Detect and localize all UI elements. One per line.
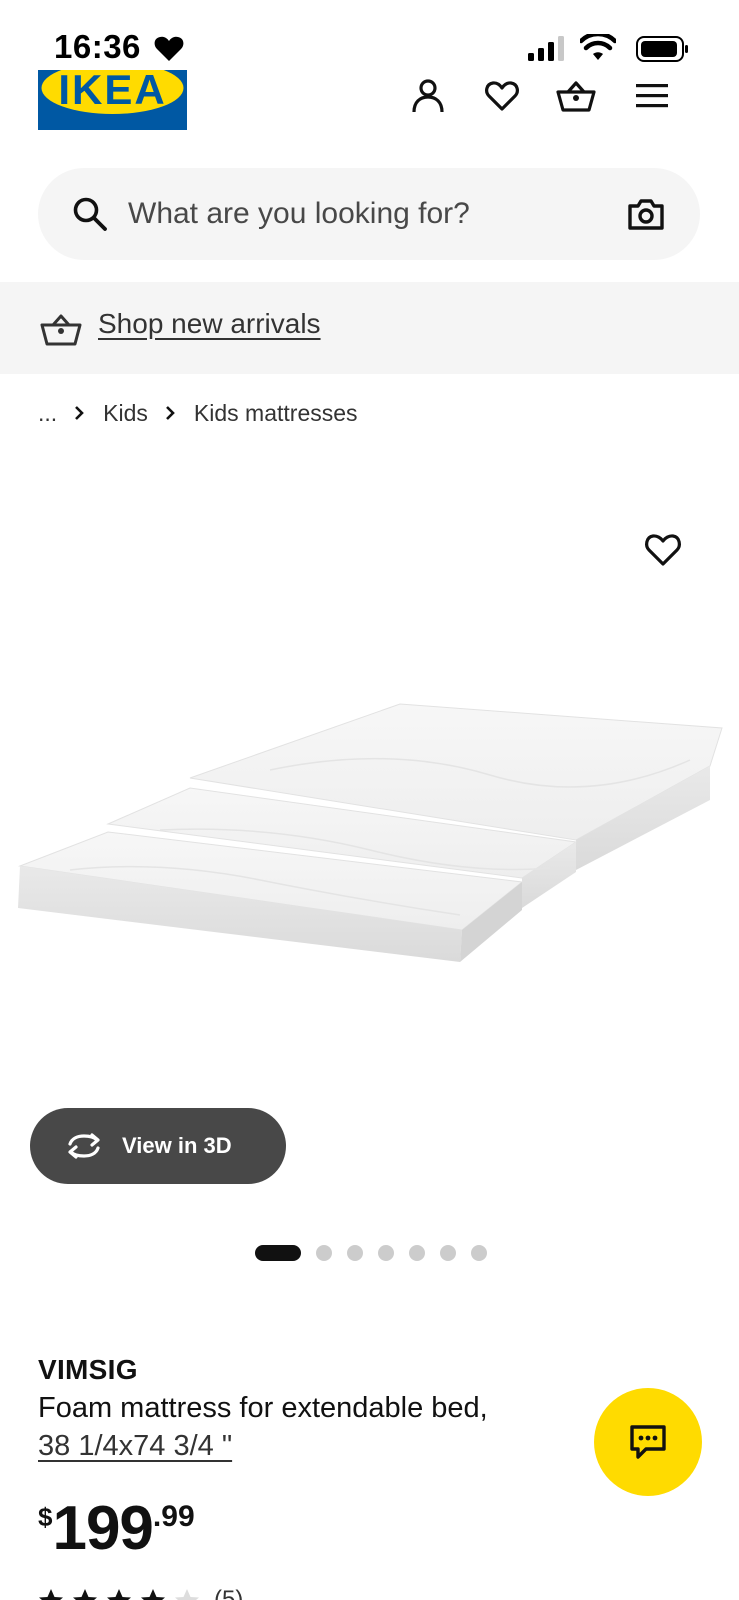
- breadcrumb-item-kids-mattresses[interactable]: Kids mattresses: [194, 400, 358, 427]
- promo-banner: Shop new arrivals: [0, 282, 739, 374]
- wifi-icon: [580, 34, 616, 60]
- price-currency: $: [38, 1502, 53, 1532]
- product-rating[interactable]: (5): [38, 1588, 243, 1600]
- search-icon: [73, 197, 107, 231]
- star-filled-icon: [73, 1589, 97, 1600]
- basket-icon: [40, 314, 82, 346]
- favorites-heart-icon[interactable]: [482, 76, 522, 116]
- carousel-dot[interactable]: [347, 1245, 363, 1261]
- price-integer: 199: [52, 1494, 153, 1563]
- battery-icon: [636, 36, 688, 62]
- star-filled-icon: [141, 1589, 165, 1600]
- status-time: 16:36: [54, 28, 141, 65]
- ikea-logo[interactable]: IKEA: [38, 70, 187, 130]
- heart-status-icon: [154, 36, 184, 61]
- chevron-right-icon: [75, 406, 85, 420]
- add-to-favorites-heart-icon[interactable]: [644, 532, 682, 568]
- star-filled-icon: [107, 1589, 131, 1600]
- cellular-signal-icon: [528, 36, 564, 61]
- star-empty-icon: [175, 1589, 199, 1600]
- breadcrumb: ... Kids Kids mattresses: [38, 398, 358, 428]
- carousel-dot[interactable]: [471, 1245, 487, 1261]
- search-input[interactable]: [128, 188, 598, 240]
- product-size-link[interactable]: 38 1/4x74 3/4 ": [38, 1430, 232, 1463]
- shop-new-arrivals-link[interactable]: Shop new arrivals: [98, 308, 321, 340]
- rotate-3d-icon: [68, 1133, 100, 1159]
- camera-icon[interactable]: [626, 194, 666, 234]
- breadcrumb-item-kids[interactable]: Kids: [103, 400, 148, 427]
- chat-icon: [630, 1425, 666, 1459]
- carousel-dot[interactable]: [440, 1245, 456, 1261]
- view-in-3d-label: View in 3D: [122, 1133, 232, 1158]
- carousel-dot-active[interactable]: [255, 1245, 301, 1261]
- price-decimal: .99: [152, 1500, 195, 1533]
- carousel-indicator: [255, 1244, 487, 1262]
- carousel-dot[interactable]: [378, 1245, 394, 1261]
- carousel-dot[interactable]: [316, 1245, 332, 1261]
- chat-support-button[interactable]: [594, 1388, 702, 1496]
- shopping-basket-icon[interactable]: [556, 76, 596, 116]
- rating-count: (5): [214, 1588, 243, 1600]
- breadcrumb-ellipsis[interactable]: ...: [38, 400, 57, 427]
- chevron-right-icon: [166, 406, 175, 420]
- view-in-3d-button[interactable]: View in 3D: [30, 1108, 286, 1184]
- star-filled-icon: [39, 1589, 63, 1600]
- user-icon[interactable]: [408, 76, 448, 116]
- product-price: $ 199 .99: [38, 1498, 195, 1560]
- product-image-mattress[interactable]: [10, 690, 730, 1000]
- product-name: VIMSIG: [38, 1354, 138, 1385]
- menu-icon[interactable]: [632, 76, 672, 116]
- product-description: Foam mattress for extendable bed,: [38, 1392, 488, 1424]
- carousel-dot[interactable]: [409, 1245, 425, 1261]
- logo-text: IKEA: [58, 70, 166, 113]
- search-bar[interactable]: [38, 168, 700, 260]
